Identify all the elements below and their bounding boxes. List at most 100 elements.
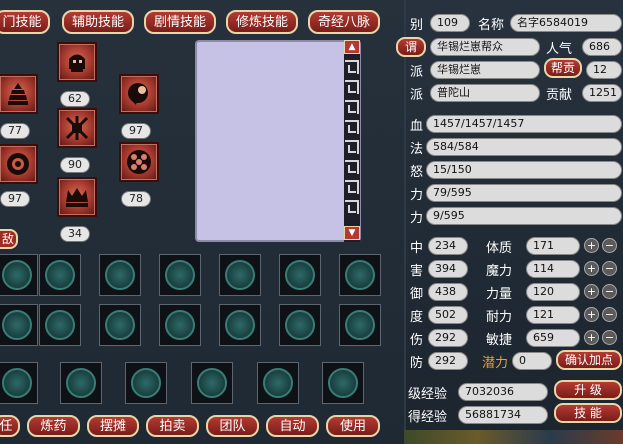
tab-sect-skills[interactable]: 门技能 bbox=[0, 10, 50, 34]
enemy-button[interactable]: 敌 bbox=[0, 229, 18, 249]
level-exp-value: 7032036 bbox=[458, 383, 548, 401]
tab-story-skills[interactable]: 剧情技能 bbox=[144, 10, 216, 34]
speed-value: 502 bbox=[428, 306, 468, 324]
magic-value: 114 bbox=[526, 260, 580, 278]
hit-value: 234 bbox=[428, 237, 468, 255]
endurance-label: 耐力 bbox=[486, 310, 513, 325]
name-label: 名称 bbox=[478, 18, 505, 33]
tab-meridians[interactable]: 奇经八脉 bbox=[308, 10, 380, 34]
gain-exp-label: 得经验 bbox=[408, 410, 448, 425]
gain-exp-value: 56881734 bbox=[458, 406, 548, 424]
helmet-icon[interactable] bbox=[57, 42, 97, 82]
damage-label: 害 bbox=[410, 264, 424, 279]
item-slot[interactable] bbox=[159, 254, 201, 296]
vitality-value: 79/595 bbox=[426, 184, 622, 202]
item-slot[interactable] bbox=[99, 254, 141, 296]
spirit-defense-label: 防 bbox=[410, 356, 424, 371]
constitution-label: 体质 bbox=[486, 241, 513, 256]
tab-assist-skills[interactable]: 辅助技能 bbox=[62, 10, 134, 34]
anger-label: 怒 bbox=[410, 165, 424, 180]
use-button[interactable]: 使用 bbox=[326, 415, 380, 437]
character-window: 门技能 辅助技能 剧情技能 修炼技能 奇经八脉 62 77 97 90 97 7… bbox=[0, 0, 623, 444]
item-slot[interactable] bbox=[0, 304, 38, 346]
agility-label: 敏捷 bbox=[486, 333, 513, 348]
skill-level: 97 bbox=[0, 191, 30, 207]
hit-label: 中 bbox=[410, 241, 424, 256]
skill-panel: 门技能 辅助技能 剧情技能 修炼技能 奇经八脉 62 77 97 90 97 7… bbox=[0, 0, 404, 444]
item-slot[interactable] bbox=[279, 304, 321, 346]
spirit-head-icon[interactable] bbox=[119, 74, 159, 114]
item-slot[interactable] bbox=[125, 362, 167, 404]
scroll-down-icon[interactable]: ▼ bbox=[344, 226, 360, 240]
devotion-label: 贡献 bbox=[546, 88, 573, 103]
add-point-icon[interactable]: + bbox=[584, 307, 599, 322]
item-slot[interactable] bbox=[39, 254, 81, 296]
team-button[interactable]: 团队 bbox=[206, 415, 259, 437]
defense-label: 御 bbox=[410, 287, 424, 302]
item-slot[interactable] bbox=[219, 304, 261, 346]
alchemy-button[interactable]: 炼药 bbox=[27, 415, 80, 437]
item-slot[interactable] bbox=[99, 304, 141, 346]
task-button[interactable]: 任 bbox=[0, 415, 20, 437]
item-slot[interactable] bbox=[279, 254, 321, 296]
game-scene-strip bbox=[404, 430, 623, 444]
title-button[interactable]: 谓 bbox=[396, 37, 426, 57]
pagoda-icon[interactable] bbox=[0, 74, 38, 114]
item-slot[interactable] bbox=[339, 254, 381, 296]
scroll-track-ornament bbox=[345, 120, 359, 134]
item-slot[interactable] bbox=[257, 362, 299, 404]
damage-value: 394 bbox=[428, 260, 468, 278]
scroll-track-ornament bbox=[345, 60, 359, 74]
remove-point-icon[interactable]: − bbox=[602, 284, 617, 299]
auction-button[interactable]: 拍卖 bbox=[146, 415, 199, 437]
remove-point-icon[interactable]: − bbox=[602, 238, 617, 253]
item-slot[interactable] bbox=[0, 362, 38, 404]
stall-button[interactable]: 摆摊 bbox=[87, 415, 139, 437]
tab-cultivation-skills[interactable]: 修炼技能 bbox=[226, 10, 298, 34]
magic-label: 魔力 bbox=[486, 264, 513, 279]
scroll-track-ornament bbox=[345, 80, 359, 94]
potential-label: 潜力 bbox=[482, 356, 509, 371]
speed-label: 度 bbox=[410, 310, 424, 325]
item-slot[interactable] bbox=[159, 304, 201, 346]
item-slot[interactable] bbox=[339, 304, 381, 346]
spirit-damage-value: 292 bbox=[428, 329, 468, 347]
seal-disc-icon[interactable] bbox=[0, 144, 38, 184]
hp-label: 血 bbox=[410, 119, 424, 134]
auto-button[interactable]: 自动 bbox=[266, 415, 319, 437]
add-point-icon[interactable]: + bbox=[584, 284, 599, 299]
confirm-points-button[interactable]: 确认加点 bbox=[556, 350, 622, 370]
skill-level: 34 bbox=[60, 226, 90, 242]
contribution-button[interactable]: 帮贡 bbox=[544, 58, 582, 78]
scroll-track-ornament bbox=[345, 100, 359, 114]
item-slot[interactable] bbox=[39, 304, 81, 346]
remove-point-icon[interactable]: − bbox=[602, 261, 617, 276]
remove-point-icon[interactable]: − bbox=[602, 330, 617, 345]
skills-button[interactable]: 技 能 bbox=[554, 403, 622, 423]
level-up-button[interactable]: 升 级 bbox=[554, 380, 622, 400]
item-slot[interactable] bbox=[0, 254, 38, 296]
devotion-value: 1251 bbox=[582, 84, 622, 102]
item-slot[interactable] bbox=[219, 254, 261, 296]
crown-icon[interactable] bbox=[57, 177, 97, 217]
description-scrollbar[interactable]: ▲ ▼ bbox=[344, 40, 360, 242]
strength-label: 力量 bbox=[486, 287, 513, 302]
skill-level: 62 bbox=[60, 91, 90, 107]
energy-label: 力 bbox=[410, 211, 424, 226]
scroll-track-ornament bbox=[345, 200, 359, 214]
spirit-damage-label: 伤 bbox=[410, 333, 424, 348]
sect-value: 普陀山 bbox=[430, 84, 540, 102]
add-point-icon[interactable]: + bbox=[584, 330, 599, 345]
scroll-up-icon[interactable]: ▲ bbox=[344, 40, 360, 54]
mp-value: 584/584 bbox=[426, 138, 622, 156]
sect-label: 派 bbox=[410, 88, 424, 103]
crossed-blades-icon[interactable] bbox=[57, 108, 97, 148]
item-slot[interactable] bbox=[322, 362, 364, 404]
gang-value: 华锡烂崽 bbox=[430, 61, 540, 79]
add-point-icon[interactable]: + bbox=[584, 261, 599, 276]
item-slot[interactable] bbox=[60, 362, 102, 404]
add-point-icon[interactable]: + bbox=[584, 238, 599, 253]
dots-grid-icon[interactable] bbox=[119, 142, 159, 182]
remove-point-icon[interactable]: − bbox=[602, 307, 617, 322]
item-slot[interactable] bbox=[191, 362, 233, 404]
